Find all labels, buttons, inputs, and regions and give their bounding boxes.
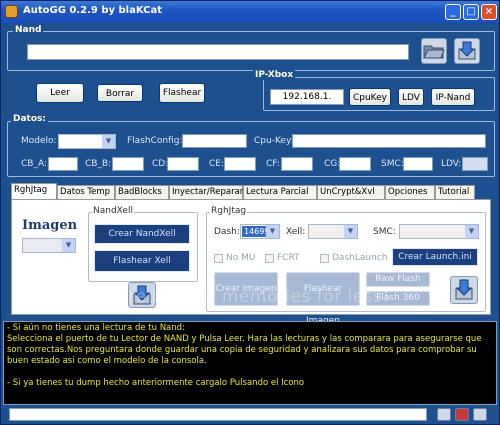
- photobucket-watermark: Protect more of your memories for less!: [31, 287, 390, 307]
- ip-input[interactable]: 192.168.1.: [270, 89, 344, 105]
- flashear-xell-button[interactable]: Flashear Xell: [94, 250, 190, 272]
- flashear-button[interactable]: Flashear: [159, 83, 205, 103]
- export-icon[interactable]: [473, 408, 487, 421]
- smc-select[interactable]: ▼: [399, 224, 479, 239]
- dash-label: Dash:: [214, 227, 240, 237]
- tab-datos-temp[interactable]: Datos Temp: [57, 185, 115, 199]
- help-icon[interactable]: [437, 408, 451, 421]
- leer-button[interactable]: Leer: [36, 83, 84, 103]
- cg-field[interactable]: [339, 157, 371, 171]
- window-title: AutoGG 0.2.9 by blaKCat: [23, 5, 163, 16]
- flashconfig-field[interactable]: [182, 134, 247, 148]
- log-output: - Si aún no tienes una lectura de tu Nan…: [3, 321, 497, 405]
- cbb-field[interactable]: [112, 157, 144, 171]
- maximize-button[interactable]: □: [463, 4, 479, 20]
- chevron-down-icon: ▼: [62, 239, 75, 252]
- borrar-button[interactable]: Borrar: [97, 84, 143, 102]
- chevron-down-icon: ▼: [465, 225, 478, 238]
- smc-label: SMC:: [381, 159, 404, 169]
- command-input[interactable]: [9, 408, 427, 421]
- chevron-down-icon: ▼: [266, 225, 279, 238]
- log-line: - Si aún no tienes una lectura de tu Nan…: [7, 323, 185, 333]
- title-bar: AutoGG 0.2.9 by blaKCat _ □ ×: [1, 1, 499, 23]
- xell-select[interactable]: ▼: [308, 224, 358, 239]
- crear-launch-button[interactable]: Crear Launch.ini: [392, 248, 478, 266]
- smc-field[interactable]: [403, 157, 433, 171]
- flash-download-icon[interactable]: [450, 276, 478, 304]
- nand-group-label: Nand: [13, 25, 44, 35]
- rghjtag-group-label: RghJtag: [210, 206, 248, 216]
- cpukey-button[interactable]: CpuKey: [349, 88, 391, 106]
- ce-field[interactable]: [224, 157, 256, 171]
- no-mu-checkbox[interactable]: [214, 254, 223, 263]
- nandxell-group-label: NandXell: [92, 206, 134, 216]
- save-icon[interactable]: [455, 408, 469, 421]
- cd-field[interactable]: [167, 157, 199, 171]
- modelo-select[interactable]: ▼: [58, 134, 116, 149]
- tab-opciones[interactable]: Opciones: [385, 185, 435, 199]
- cpukey-field[interactable]: [292, 134, 486, 148]
- ipxbox-group-label: IP-Xbox: [253, 70, 296, 80]
- tab-rghjtag[interactable]: RghJtag: [11, 183, 57, 199]
- smc-select-label: SMC:: [373, 227, 396, 237]
- ipnand-button[interactable]: IP-Nand: [431, 88, 475, 106]
- dashlaunch-label: DashLaunch: [332, 253, 388, 263]
- dashlaunch-checkbox[interactable]: [320, 254, 329, 263]
- nand-path-input[interactable]: [27, 44, 409, 60]
- tab-inyectar-reparar[interactable]: Inyectar/Reparar: [169, 185, 243, 199]
- log-line: son correctas.Nos preguntara donde guard…: [7, 345, 477, 355]
- ldv-field[interactable]: [462, 157, 488, 171]
- imagen-heading: Imagen: [22, 218, 78, 233]
- flashconfig-label: FlashConfig:: [127, 136, 183, 146]
- crear-nandxell-button[interactable]: Crear NandXell: [94, 224, 190, 244]
- fcrt-checkbox[interactable]: [265, 254, 274, 263]
- modelo-label: Modelo:: [21, 136, 57, 146]
- open-folder-icon[interactable]: [421, 38, 447, 64]
- ce-label: CE:: [209, 159, 225, 169]
- ldv-button[interactable]: LDV: [398, 88, 424, 106]
- tab-tutorial[interactable]: Tutorial: [435, 185, 475, 199]
- cpukey-label: Cpu-Key:: [254, 136, 294, 146]
- imagen-select[interactable]: ▼: [22, 238, 76, 253]
- app-window: AutoGG 0.2.9 by blaKCat _ □ × Nand Leer …: [0, 0, 500, 425]
- app-icon: [5, 5, 18, 18]
- cd-label: CD:: [152, 159, 169, 169]
- cba-field[interactable]: [48, 157, 78, 171]
- chevron-down-icon: ▼: [344, 225, 357, 238]
- cf-field[interactable]: [281, 157, 313, 171]
- log-line: - Si ya tienes tu dump hecho anteriormen…: [7, 378, 305, 388]
- ldv-label: LDV:: [441, 159, 462, 169]
- log-line: Selecciona el puerto de tu Lector de NAN…: [7, 334, 482, 344]
- tab-lectura-parcial[interactable]: Lectura Parcial: [243, 185, 317, 199]
- log-line: buen estado asi como el modelo de la con…: [7, 356, 207, 366]
- cf-label: CF:: [266, 159, 280, 169]
- no-mu-label: No MU: [226, 253, 256, 263]
- cba-label: CB_A:: [21, 159, 47, 169]
- datos-group-label: Datos:: [11, 114, 48, 124]
- dash-select[interactable]: 14699 ▼: [240, 224, 280, 239]
- xell-label: Xell:: [286, 227, 306, 237]
- close-button[interactable]: ×: [481, 4, 497, 20]
- fcrt-label: FCRT: [277, 253, 300, 263]
- chevron-down-icon: ▼: [102, 135, 115, 148]
- save-down-icon[interactable]: [454, 38, 480, 64]
- minimize-button[interactable]: _: [445, 4, 461, 20]
- cg-label: CG:: [324, 159, 341, 169]
- cbb-label: CB_B:: [85, 159, 112, 169]
- tab-uncrypt-xvl[interactable]: UnCrypt&Xvl: [317, 185, 385, 199]
- tab-badblocks[interactable]: BadBlocks: [115, 185, 169, 199]
- raw-flash-button[interactable]: Raw Flash: [366, 272, 430, 287]
